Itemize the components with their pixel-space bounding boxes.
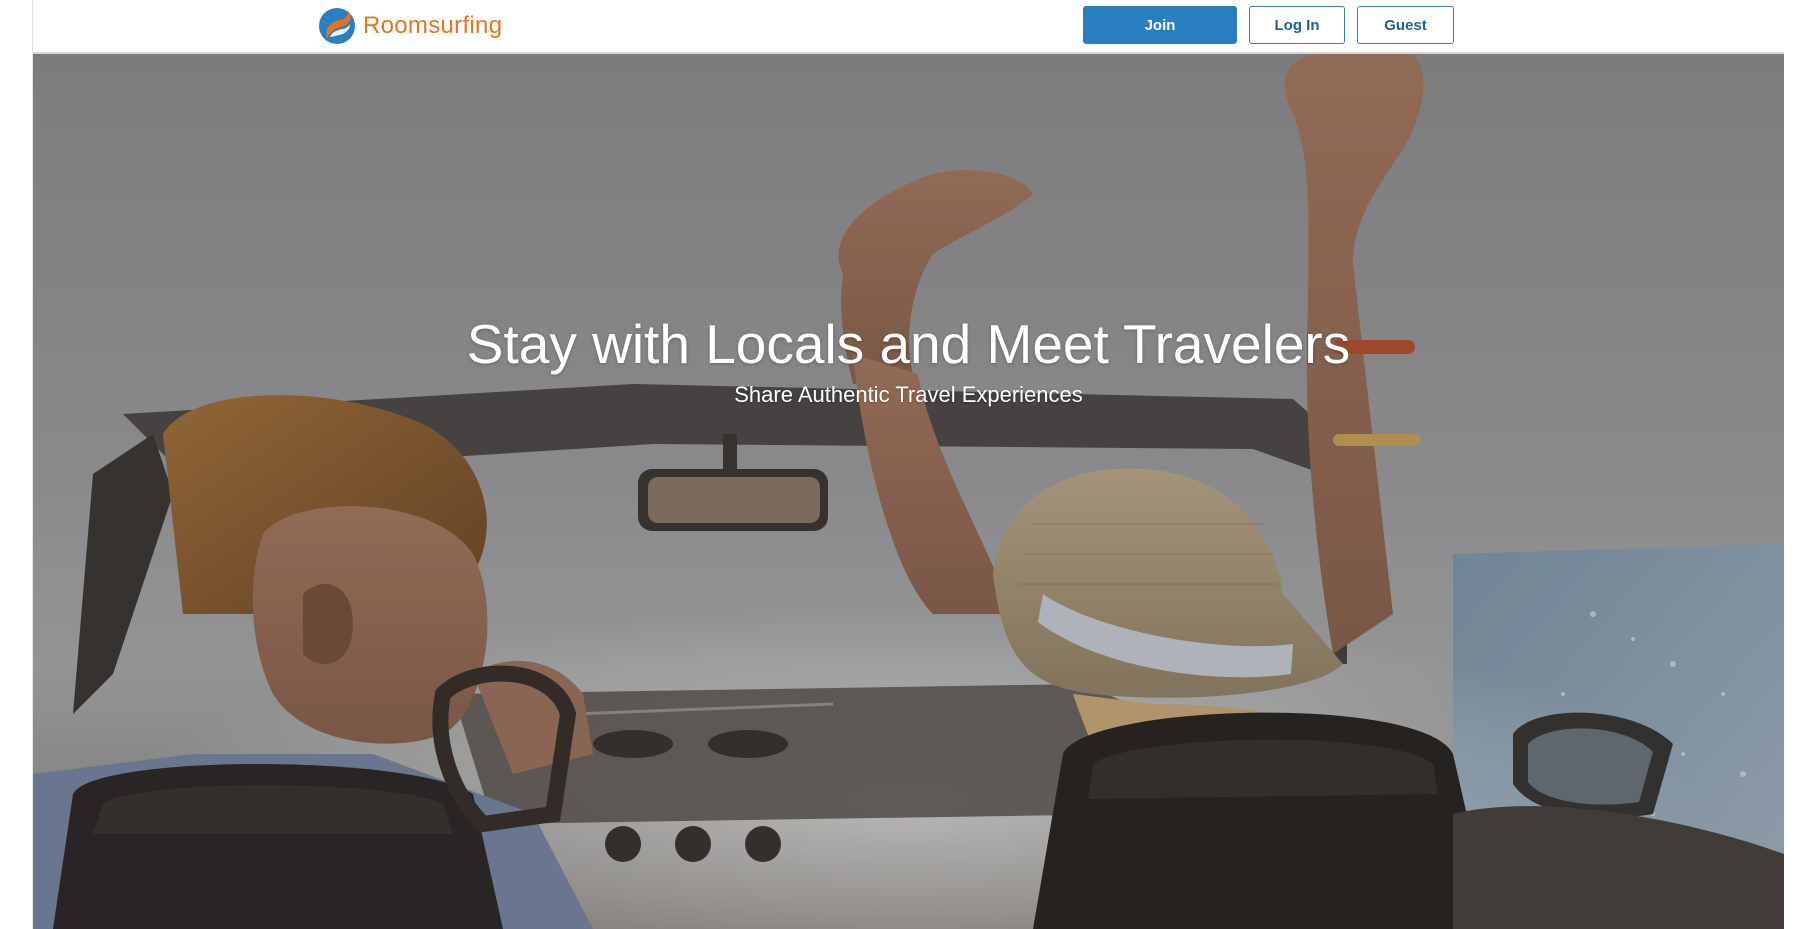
left-gutter <box>0 0 33 929</box>
top-navbar: Roomsurfing Join Log In Guest <box>33 0 1784 54</box>
hero-background-photo <box>33 54 1784 929</box>
hero-subtitle: Share Authentic Travel Experiences <box>734 382 1083 407</box>
hero-section: Stay with Locals and Meet Travelers Shar… <box>33 54 1784 929</box>
guest-button[interactable]: Guest <box>1357 6 1454 44</box>
join-button[interactable]: Join <box>1083 6 1237 44</box>
page: Roomsurfing Join Log In Guest Stay with … <box>0 0 1814 929</box>
brand-name: Roomsurfing <box>363 12 503 39</box>
right-gutter <box>1784 0 1814 929</box>
login-button[interactable]: Log In <box>1249 6 1345 44</box>
roomsurfing-logo-icon <box>319 8 355 44</box>
brand-home-link[interactable]: Roomsurfing <box>318 7 502 45</box>
hero-title: Stay with Locals and Meet Travelers <box>466 313 1351 375</box>
